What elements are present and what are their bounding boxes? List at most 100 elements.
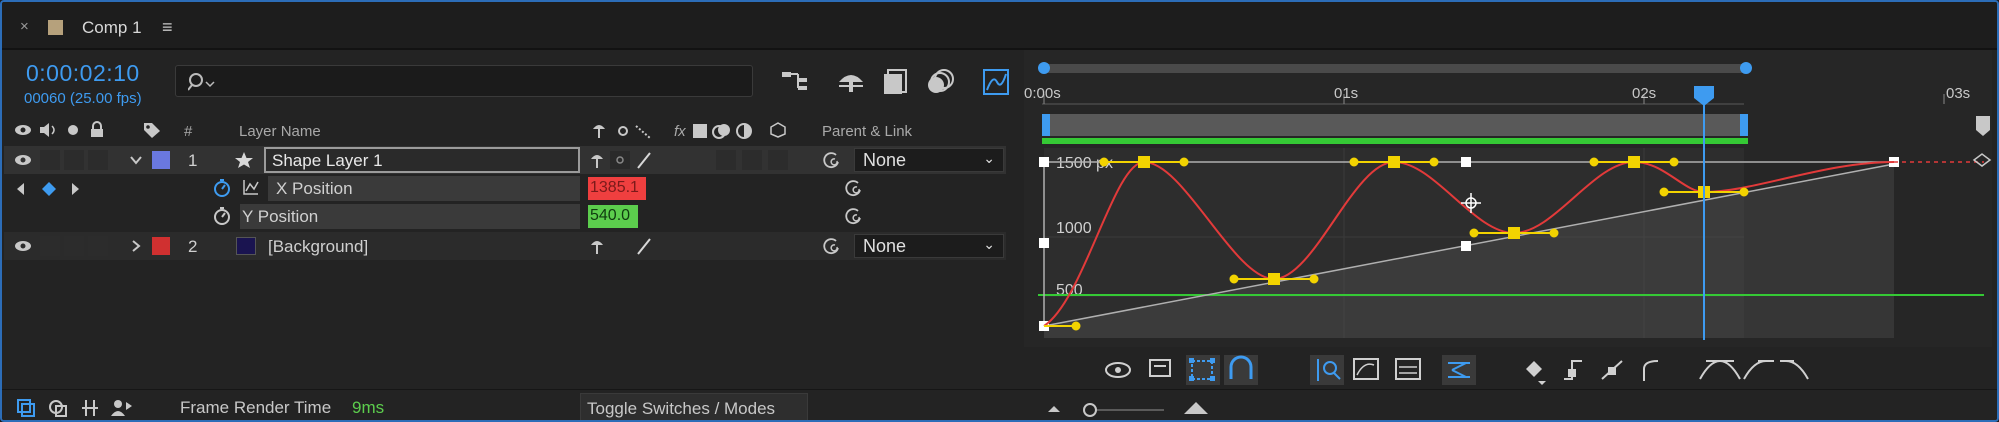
layer-name-column-header[interactable]: Layer Name	[239, 123, 321, 140]
current-time-display[interactable]: 0:00:02:10	[26, 60, 140, 87]
y-axis-label: 1000	[1056, 220, 1092, 237]
stopwatch-active-icon[interactable]	[212, 178, 232, 198]
property-name: X Position	[276, 179, 353, 198]
transform-handle	[1039, 238, 1049, 248]
search-input[interactable]	[175, 65, 753, 97]
fx-column-header: fx	[674, 123, 686, 140]
layer-name: Shape Layer 1	[272, 151, 383, 170]
layer-name-field[interactable]: Shape Layer 1	[264, 147, 580, 173]
effect-switch[interactable]	[716, 150, 736, 170]
draft-3d-icon[interactable]	[836, 68, 866, 96]
parent-value: None	[863, 236, 907, 256]
graph-include-icon[interactable]	[242, 178, 260, 196]
layer-row-1[interactable]: 1 Shape Layer 1 None ⌄	[4, 146, 1006, 174]
solo-icon[interactable]	[67, 124, 79, 136]
modes-pane-icon[interactable]	[48, 398, 68, 418]
pick-whip-icon[interactable]	[822, 237, 842, 255]
add-keyframe-icon	[42, 182, 56, 196]
work-area-end-handle	[1740, 62, 1752, 74]
panel-menu-icon[interactable]: ≡	[162, 17, 173, 38]
property-name: Y Position	[242, 207, 319, 226]
layer-number: 2	[188, 237, 198, 256]
property-row-x-position[interactable]: X Position 1385.1	[4, 174, 1006, 202]
layer-row-2[interactable]: 2 [Background] None ⌄	[4, 232, 1006, 260]
chevron-down-icon: ⌄	[983, 236, 995, 252]
graph-end-icon	[1972, 153, 1992, 167]
lock-switch[interactable]	[88, 150, 108, 170]
fit-selection-icon	[1353, 358, 1379, 380]
x-position-value[interactable]: 1385.1	[588, 177, 646, 200]
zoom-slider[interactable]	[1044, 398, 1224, 418]
toggle-switches-modes-label: Toggle Switches / Modes	[587, 399, 776, 418]
solo-switch[interactable]	[64, 150, 84, 170]
chevron-right-icon[interactable]	[128, 238, 144, 254]
adjustment-switch[interactable]	[742, 150, 762, 170]
layer-label-color[interactable]	[152, 151, 170, 169]
zoom-out-icon	[1048, 406, 1060, 412]
layer-label-color[interactable]	[152, 237, 170, 255]
keyframe-navigator[interactable]	[14, 180, 84, 198]
composition-flowchart-icon[interactable]	[780, 68, 810, 96]
comp-marker-icon	[1976, 116, 1990, 136]
parent-select[interactable]: None ⌄	[854, 234, 1004, 258]
render-time-pane-icon[interactable]	[110, 398, 134, 418]
transform-handle	[1039, 157, 1049, 167]
graph-editor-toolbar[interactable]	[1024, 347, 1992, 389]
pick-whip-icon[interactable]	[844, 207, 864, 225]
y-position-value[interactable]: 540.0	[588, 205, 638, 228]
lock-switch[interactable]	[88, 236, 108, 256]
pick-whip-icon[interactable]	[822, 151, 842, 169]
close-icon[interactable]: ×	[20, 18, 29, 35]
motion-blur-icon[interactable]	[926, 68, 956, 96]
solid-layer-swatch	[236, 237, 256, 255]
toggle-switches-modes-button[interactable]: Toggle Switches / Modes	[580, 393, 808, 420]
property-row-y-position[interactable]: Y Position 540.0	[4, 202, 1006, 230]
layer-duration-bar	[1042, 138, 1748, 144]
audio-icon[interactable]	[38, 122, 58, 138]
next-keyframe-icon	[72, 183, 79, 195]
pick-whip-icon[interactable]	[844, 179, 864, 197]
parent-select[interactable]: None ⌄	[854, 148, 1004, 172]
chevron-down-icon: ⌄	[983, 150, 995, 166]
column-header: # Layer Name fx Parent & Link	[4, 120, 1006, 142]
label-tag-icon[interactable]	[142, 121, 162, 139]
layer-name[interactable]: [Background]	[268, 237, 368, 257]
comp-color-swatch	[48, 20, 63, 35]
zoom-in-icon	[1184, 402, 1208, 414]
time-navigator	[1042, 114, 1748, 136]
tab-title[interactable]: Comp 1	[82, 18, 142, 38]
frame-count-display: 00060 (25.00 fps)	[24, 90, 142, 107]
layer-switches[interactable]	[588, 237, 668, 255]
previous-keyframe-icon	[17, 183, 24, 195]
audio-switch[interactable]	[40, 150, 60, 170]
visibility-eye-icon[interactable]	[14, 153, 32, 167]
chevron-down-icon[interactable]	[128, 152, 144, 168]
graph-editor[interactable]: 0:00s 01s 02s 03s 1500 px 1000 500	[1024, 50, 1992, 389]
stopwatch-icon[interactable]	[212, 206, 232, 226]
visibility-eye-icon[interactable]	[14, 239, 32, 253]
graph-editor-toggle-icon[interactable]	[982, 68, 1012, 96]
solo-switch[interactable]	[64, 236, 84, 256]
3d-switch[interactable]	[768, 150, 788, 170]
work-area-start-handle	[1038, 62, 1050, 74]
layer-switches-pane-icon[interactable]	[16, 398, 36, 418]
in-out-pane-icon[interactable]	[80, 398, 100, 418]
parent-value: None	[863, 150, 907, 170]
lock-icon[interactable]	[90, 121, 104, 138]
audio-switch[interactable]	[40, 236, 60, 256]
edit-keyframe-icon	[1526, 361, 1546, 385]
composition-window: × Comp 1 ≡ 0:00:02:10 00060 (25.00 fps)	[0, 0, 1999, 422]
video-visibility-icon[interactable]	[14, 123, 32, 137]
easy-ease-icon	[1699, 359, 1741, 380]
graph-options-icon	[1149, 359, 1171, 377]
search-icon	[188, 73, 215, 91]
3d-layer-icon	[770, 122, 786, 138]
zoom-slider-thumb	[1083, 403, 1097, 417]
work-area-bar	[1042, 64, 1748, 73]
easy-ease-out-icon	[1780, 360, 1809, 380]
fit-all-graphs-icon	[1395, 358, 1421, 380]
number-column-header: #	[184, 123, 193, 140]
convert-auto-bezier-icon	[1643, 360, 1659, 381]
frame-blending-icon[interactable]	[882, 68, 912, 96]
layer-switches[interactable]	[588, 151, 668, 169]
